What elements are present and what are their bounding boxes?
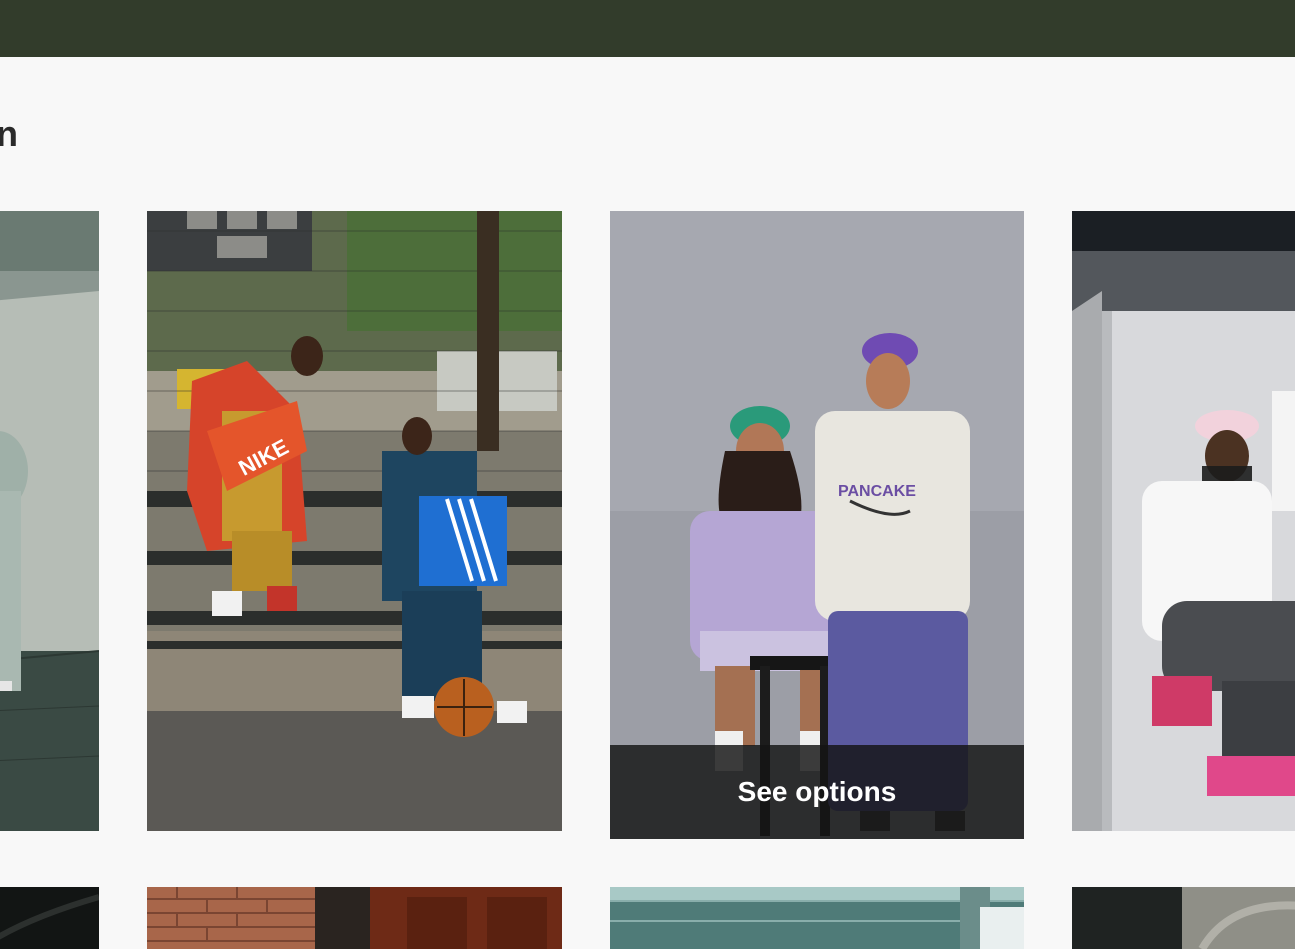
product-card-row2-d[interactable] <box>1072 887 1295 949</box>
product-card-row2-c[interactable] <box>610 887 1024 949</box>
row2-photo-d <box>1072 887 1295 949</box>
tracksuit-photo <box>0 211 99 831</box>
svg-text:PANCAKE: PANCAKE <box>838 483 916 500</box>
product-card-row2-a[interactable] <box>0 887 99 949</box>
row2-photo-c <box>610 887 1024 949</box>
see-options-overlay[interactable]: See options <box>610 745 1024 839</box>
see-options-label[interactable]: See options <box>738 776 897 808</box>
row2-photo-b <box>147 887 562 949</box>
product-card-row2-b[interactable] <box>147 887 562 949</box>
studio-photo <box>1072 211 1295 831</box>
row2-photo-a <box>0 887 99 949</box>
bench-photo: NIKE <box>147 211 562 831</box>
product-card-bench[interactable]: NIKE <box>147 211 562 831</box>
product-card-beanies[interactable]: PANCAKE See options <box>610 211 1024 839</box>
product-card-studio[interactable] <box>1072 211 1295 831</box>
section-title: n <box>0 113 18 154</box>
top-navigation-bar <box>0 0 1295 57</box>
product-card-tracksuit[interactable] <box>0 211 99 831</box>
